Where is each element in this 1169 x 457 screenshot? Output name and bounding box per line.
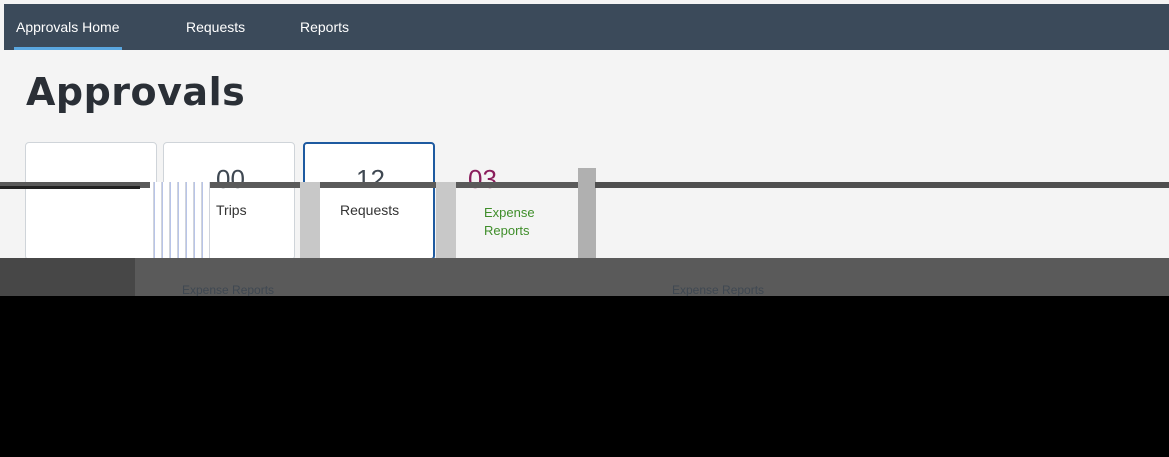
glitch-band-bottom-left xyxy=(0,258,135,296)
glitch-band-right xyxy=(595,182,1169,188)
section-header-right: Expense Reports xyxy=(672,283,765,296)
requests-count: 12 xyxy=(356,164,385,194)
nav-requests[interactable]: Requests xyxy=(184,4,247,50)
glitch-block-b xyxy=(436,182,456,260)
requests-label: Requests xyxy=(340,202,400,218)
tile-trips-2[interactable] xyxy=(163,142,295,260)
glitch-block-c xyxy=(578,168,596,258)
page-title: Approvals xyxy=(26,70,246,114)
tile-trips[interactable] xyxy=(25,142,157,260)
nav-reports[interactable]: Reports xyxy=(298,4,351,50)
expense-reports-label: Expense Reports xyxy=(484,205,535,238)
nav-approvals-home[interactable]: Approvals Home xyxy=(14,4,122,50)
section-header-left: Expense Reports xyxy=(182,283,275,296)
trips-label: Trips xyxy=(216,202,247,218)
expense-reports-count: 03 xyxy=(468,164,497,194)
blank-content-region xyxy=(0,296,1169,457)
glitch-band-bottom xyxy=(0,258,1169,296)
app-frame: Approvals Home Requests Reports Approval… xyxy=(0,0,1169,457)
tile-expense-reports[interactable] xyxy=(303,142,435,260)
trips-count: 00 xyxy=(216,164,245,194)
top-nav-bar: Approvals Home Requests Reports xyxy=(4,4,1169,50)
